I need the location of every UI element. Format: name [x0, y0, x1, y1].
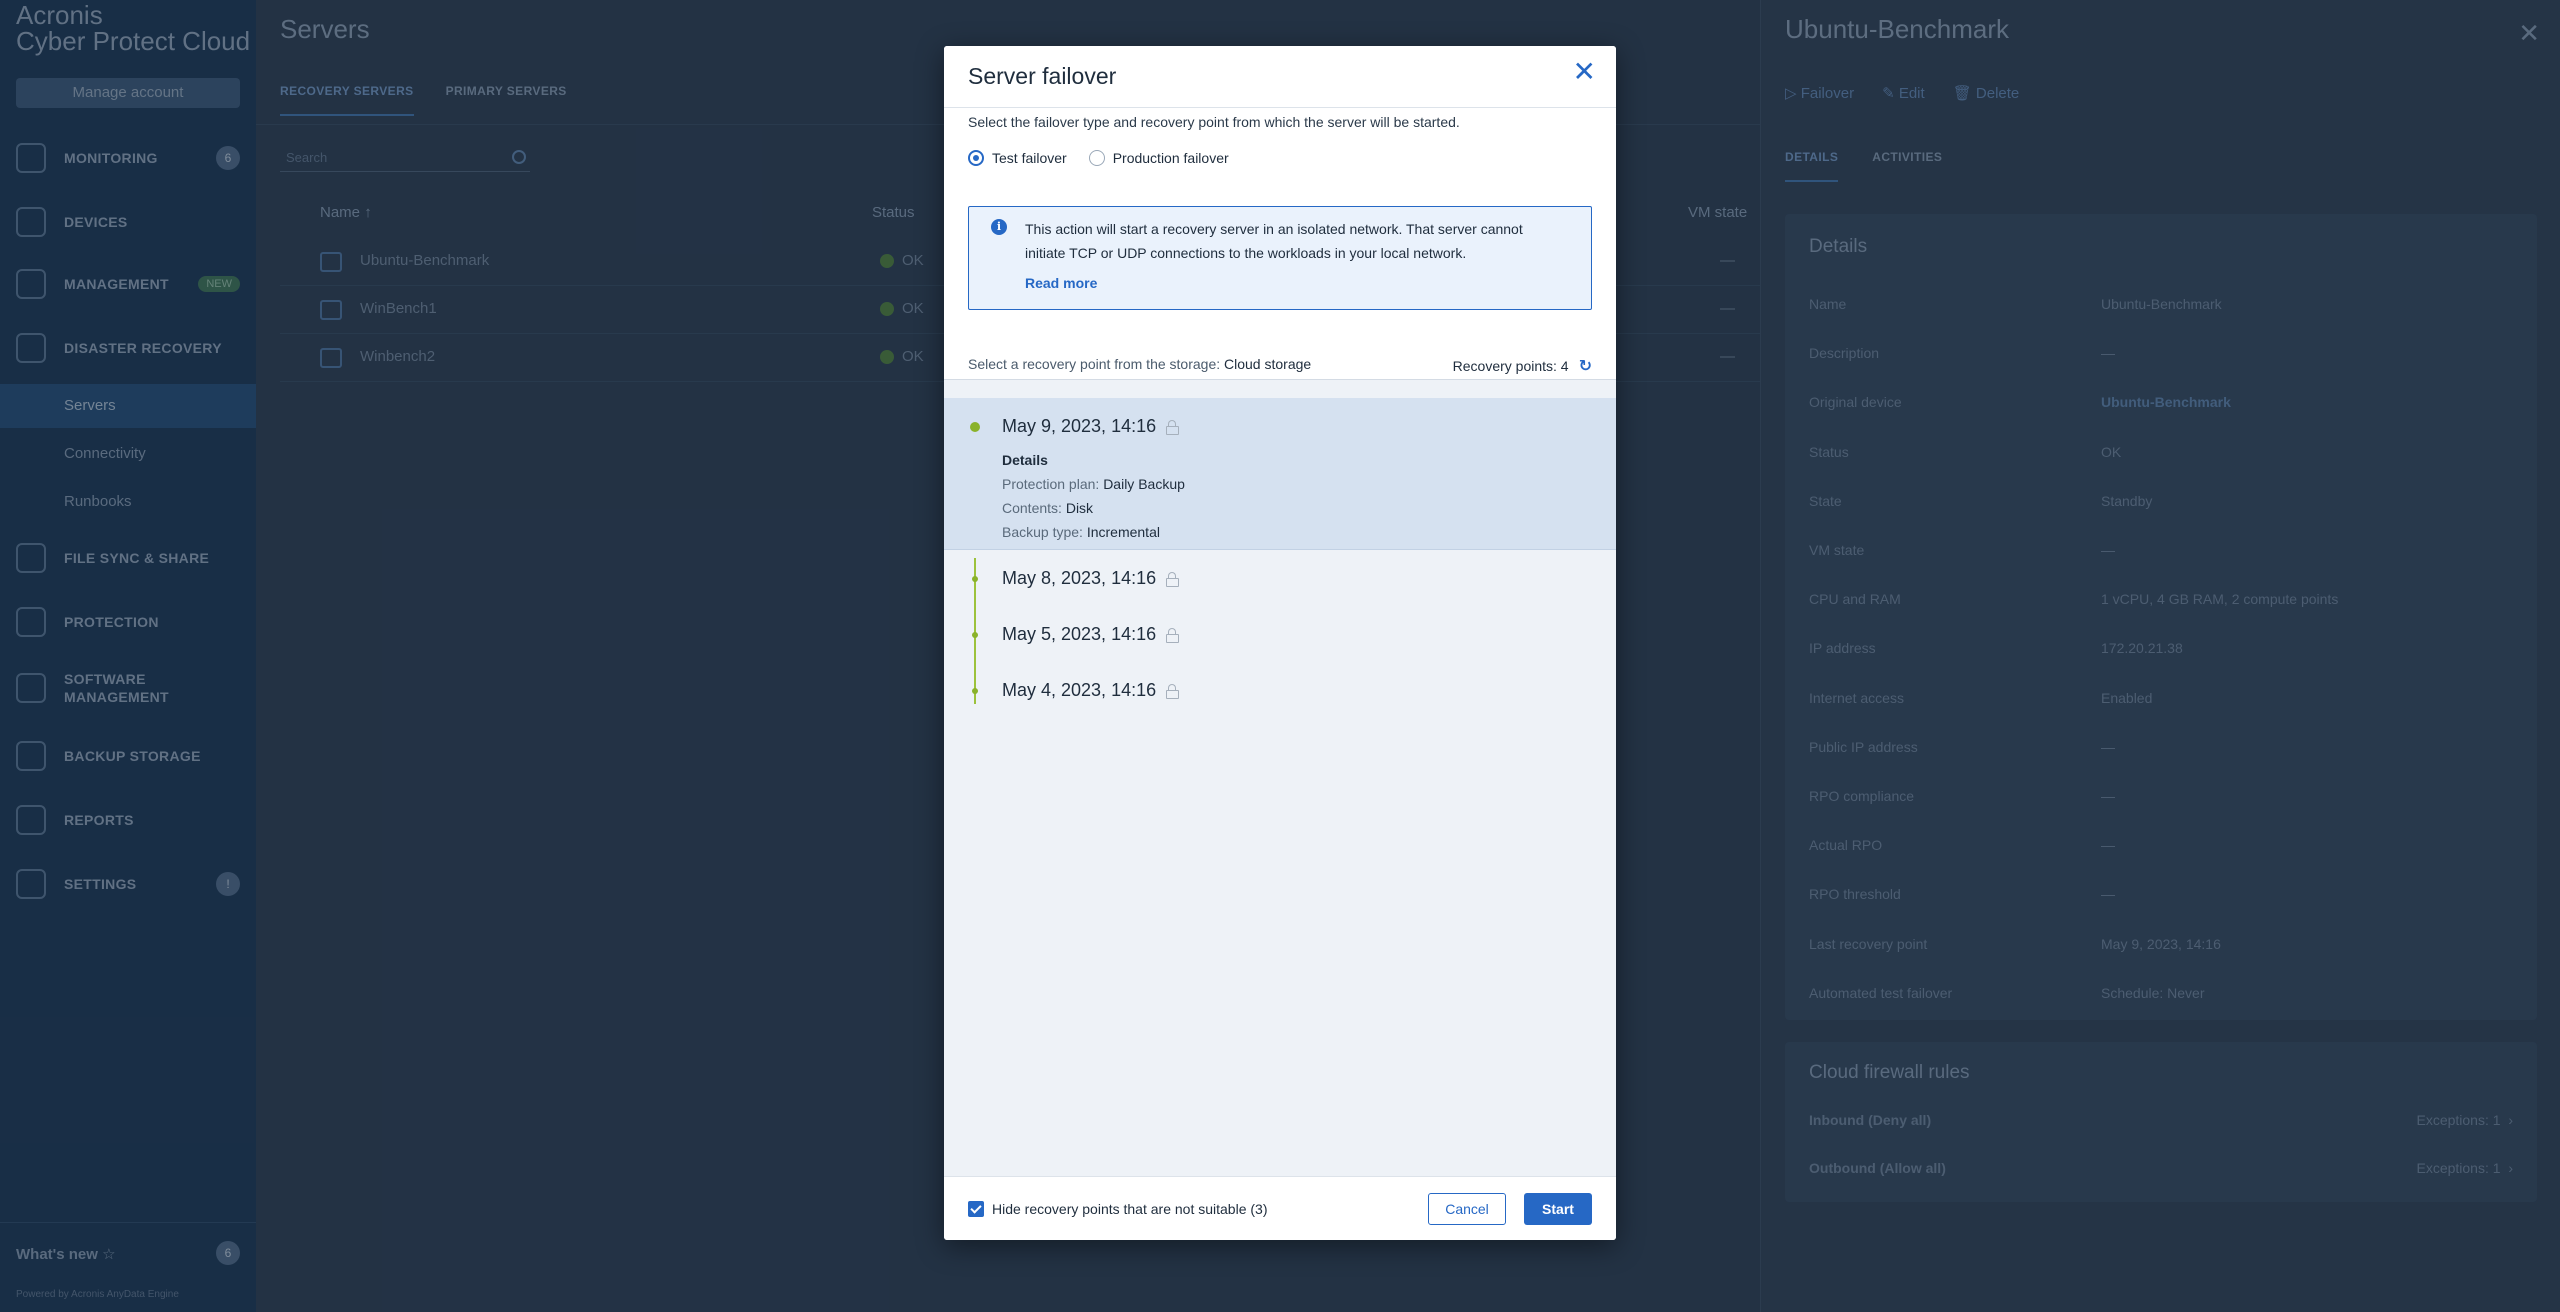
timeline-dot — [970, 422, 980, 432]
lock-icon — [1166, 628, 1180, 643]
cancel-button[interactable]: Cancel — [1428, 1193, 1506, 1225]
info-icon: i — [991, 219, 1007, 235]
protection-plan-value: Daily Backup — [1103, 476, 1185, 492]
lock-icon — [1166, 572, 1180, 587]
recovery-point-date-text: May 4, 2023, 14:16 — [1002, 680, 1157, 700]
info-text: This action will start a recovery server… — [1025, 221, 1523, 261]
hide-unsuitable-label[interactable]: Hide recovery points that are not suitab… — [992, 1201, 1267, 1217]
test-failover-label[interactable]: Test failover — [992, 150, 1067, 166]
read-more-link[interactable]: Read more — [1025, 275, 1097, 291]
protection-plan: Protection plan: Daily Backup — [1002, 476, 1185, 492]
production-failover-radio[interactable] — [1088, 150, 1105, 166]
recovery-point-date-text: May 8, 2023, 14:16 — [1002, 568, 1157, 588]
contents-value: Disk — [1065, 500, 1094, 516]
recovery-point-date-text: May 5, 2023, 14:16 — [1002, 624, 1157, 644]
failover-type-radios: Test failover Production failover — [968, 150, 1229, 166]
recovery-point-date: May 5, 2023, 14:16 — [1002, 624, 1180, 645]
recovery-points-list: May 9, 2023, 14:16 Details Protection pl… — [944, 398, 1616, 1140]
recovery-point-item[interactable]: May 4, 2023, 14:16 — [944, 662, 1616, 718]
recovery-point-date: May 4, 2023, 14:16 — [1002, 680, 1180, 701]
backup-type-label: Backup type: — [1002, 524, 1083, 540]
info-box: i This action will start a recovery serv… — [968, 206, 1592, 310]
recovery-point-date: May 9, 2023, 14:16 — [1002, 416, 1180, 437]
protection-plan-label: Protection plan: — [1002, 476, 1100, 492]
backup-type: Backup type: Incremental — [1002, 524, 1160, 540]
dialog-title: Server failover — [968, 63, 1117, 89]
storage-label: Select a recovery point from the storage… — [968, 356, 1221, 372]
storage-value[interactable]: Cloud storage — [1224, 356, 1311, 372]
timeline-dot — [972, 576, 978, 582]
dialog-footer: Hide recovery points that are not suitab… — [944, 1176, 1616, 1240]
test-failover-radio[interactable] — [968, 150, 984, 166]
lock-icon — [1166, 684, 1180, 699]
recovery-points-count: Recovery points: 4 ↻ — [1453, 356, 1592, 376]
timeline-dot — [972, 688, 978, 694]
dialog-header: Server failover ✕ — [944, 46, 1616, 108]
dialog-intro: Select the failover type and recovery po… — [968, 114, 1460, 130]
app-root: Acronis Cyber Protect Cloud Manage accou… — [0, 0, 2560, 1312]
recovery-point-item[interactable]: May 5, 2023, 14:16 — [944, 606, 1616, 662]
refresh-icon[interactable]: ↻ — [1579, 356, 1592, 376]
lock-icon — [1166, 420, 1180, 435]
timeline-dot — [972, 632, 978, 638]
hide-unsuitable-checkbox[interactable] — [968, 1201, 984, 1217]
contents-label: Contents: — [1002, 500, 1062, 516]
recovery-point-item[interactable]: May 9, 2023, 14:16 Details Protection pl… — [944, 398, 1616, 550]
close-icon[interactable]: ✕ — [1573, 58, 1596, 86]
start-button[interactable]: Start — [1524, 1193, 1592, 1225]
recovery-point-item[interactable]: May 8, 2023, 14:16 — [944, 550, 1616, 606]
recovery-point-date-text: May 9, 2023, 14:16 — [1002, 416, 1157, 436]
server-failover-dialog: Server failover ✕ Select the failover ty… — [944, 46, 1616, 1240]
backup-type-value: Incremental — [1086, 524, 1160, 540]
recovery-point-details-title: Details — [1002, 452, 1048, 468]
recovery-points-label: Recovery points: 4 — [1452, 358, 1569, 374]
production-failover-label[interactable]: Production failover — [1113, 150, 1229, 166]
contents: Contents: Disk — [1002, 500, 1093, 516]
recovery-point-date: May 8, 2023, 14:16 — [1002, 568, 1180, 589]
